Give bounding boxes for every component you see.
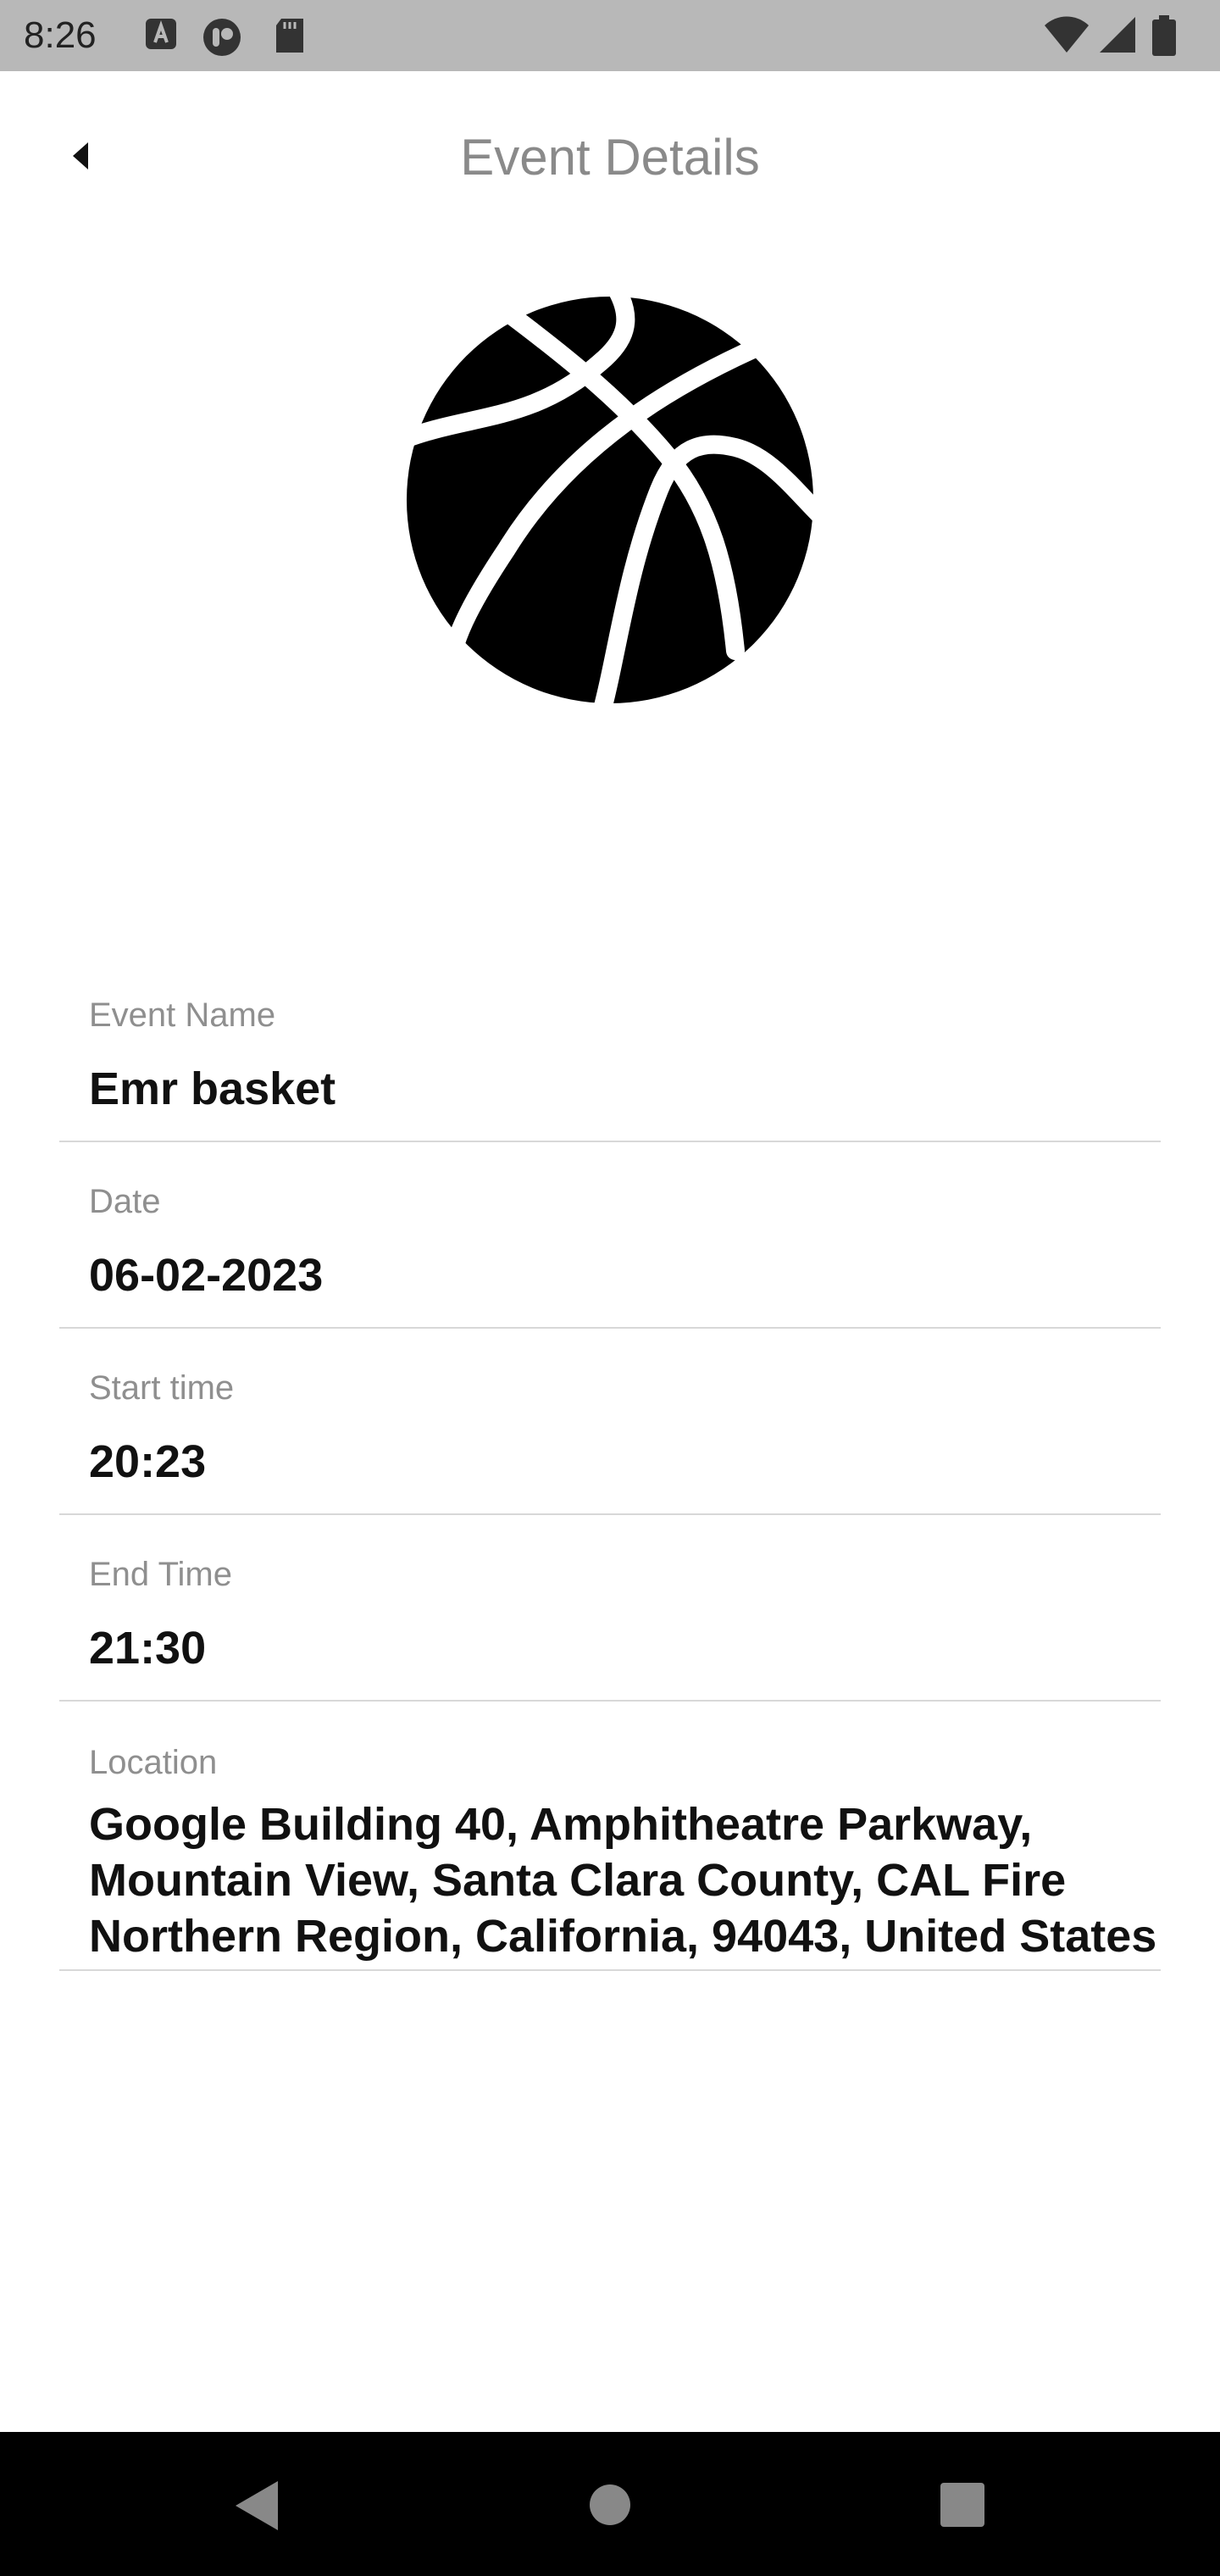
- recents-square-icon: [939, 2481, 986, 2533]
- event-name-value: Emr basket: [89, 1063, 336, 1114]
- wifi-icon: [1044, 15, 1090, 58]
- status-right-icons: [1044, 15, 1196, 56]
- field-start-time: Start time 20:23: [59, 1329, 1161, 1515]
- signal-icon: [1098, 15, 1137, 58]
- navigation-bar: [0, 2432, 1220, 2576]
- field-end-time: End Time 21:30: [59, 1515, 1161, 1702]
- battery-icon: [1152, 15, 1176, 60]
- field-date: Date 06-02-2023: [59, 1142, 1161, 1329]
- page-title: Event Details: [460, 129, 760, 186]
- start-time-label: Start time: [89, 1369, 235, 1407]
- event-name-label: Event Name: [89, 997, 276, 1034]
- home-circle-icon: [589, 2484, 631, 2530]
- nav-home-button[interactable]: [566, 2461, 654, 2549]
- app-bar: Event Details: [0, 71, 1220, 241]
- status-bar: 8:26: [0, 0, 1220, 71]
- field-location: Location Google Building 40, Amphitheatr…: [59, 1702, 1161, 1971]
- date-label: Date: [89, 1183, 161, 1220]
- nav-recents-button[interactable]: [918, 2461, 1006, 2549]
- status-time: 8:26: [24, 14, 97, 56]
- circle-app-icon: [202, 17, 242, 62]
- date-value: 06-02-2023: [89, 1250, 324, 1301]
- end-time-value: 21:30: [89, 1623, 207, 1674]
- nav-back-button[interactable]: [214, 2461, 302, 2551]
- back-triangle-icon: [232, 2479, 283, 2536]
- end-time-label: End Time: [89, 1556, 232, 1593]
- location-label: Location: [89, 1744, 218, 1781]
- basketball-icon: [396, 280, 829, 728]
- field-event-name: Event Name Emr basket: [59, 983, 1161, 1142]
- sd-card-icon: [273, 17, 307, 58]
- location-value: Google Building 40, Amphitheatre Parkway…: [89, 1799, 1157, 1962]
- start-time-value: 20:23: [89, 1436, 207, 1487]
- keyboard-a-icon: [144, 17, 178, 55]
